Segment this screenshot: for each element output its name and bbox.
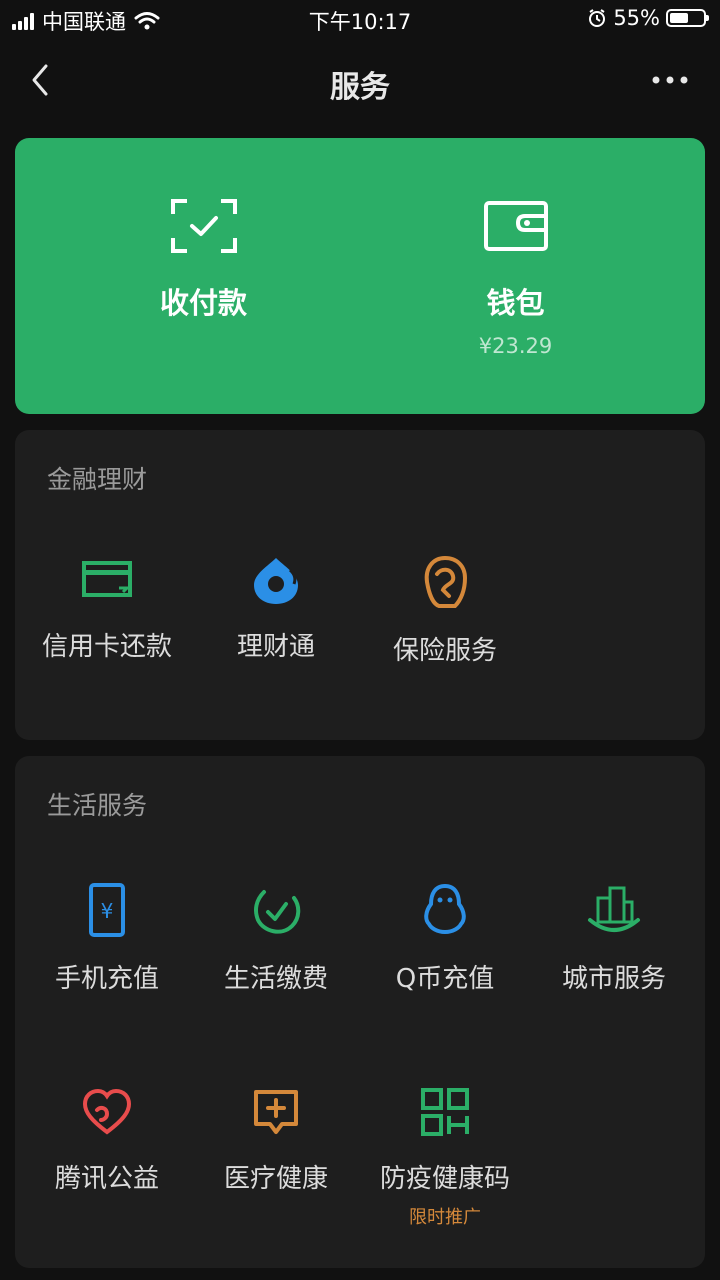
phone-recharge-icon: ¥ bbox=[89, 883, 125, 937]
city-service-item[interactable]: 城市服务 bbox=[528, 882, 700, 995]
pay-wallet-card: 收付款 钱包 ¥23.29 bbox=[15, 138, 705, 414]
health-code-item[interactable]: 防疫健康码 限时推广 bbox=[359, 1086, 531, 1229]
nav-bar: 服务 bbox=[0, 48, 720, 112]
credit-card-icon bbox=[82, 561, 132, 597]
credit-card-repay-label: 信用卡还款 bbox=[41, 632, 172, 662]
wallet-balance: ¥23.29 bbox=[478, 334, 553, 358]
wallet-button[interactable]: 钱包 ¥23.29 bbox=[343, 198, 688, 358]
charity-label: 腾讯公益 bbox=[54, 1164, 159, 1194]
insurance-icon bbox=[424, 555, 468, 608]
pay-button[interactable]: 收付款 bbox=[31, 198, 376, 322]
charity-heart-icon bbox=[82, 1088, 132, 1135]
insurance-label: 保险服务 bbox=[392, 636, 497, 666]
promo-badge: 限时推广 bbox=[409, 1207, 481, 1228]
wallet-icon bbox=[483, 201, 548, 251]
medical-label: 医疗健康 bbox=[223, 1164, 328, 1194]
q-coin-item[interactable]: Q币充值 bbox=[359, 882, 531, 995]
scan-check-icon bbox=[170, 199, 237, 253]
city-buildings-icon bbox=[588, 886, 640, 932]
more-dots-icon[interactable] bbox=[650, 66, 690, 94]
phone-recharge-label: 手机充值 bbox=[54, 964, 159, 994]
utility-bill-item[interactable]: 生活缴费 bbox=[190, 882, 362, 995]
life-section-title: 生活服务 bbox=[47, 791, 148, 820]
credit-card-repay-item[interactable]: 信用卡还款 bbox=[21, 554, 193, 663]
finance-section-title: 金融理财 bbox=[47, 465, 148, 494]
medical-plus-icon bbox=[254, 1090, 298, 1134]
city-service-label: 城市服务 bbox=[561, 964, 666, 994]
finance-section: 金融理财 信用卡还款 理财通 保险服务 bbox=[15, 430, 705, 740]
qq-penguin-icon bbox=[424, 883, 466, 935]
phone-recharge-item[interactable]: ¥ 手机充值 bbox=[21, 882, 193, 995]
alarm-icon bbox=[589, 9, 606, 27]
svg-text:¥: ¥ bbox=[101, 899, 114, 923]
health-code-label: 防疫健康码 bbox=[379, 1164, 510, 1194]
charity-item[interactable]: 腾讯公益 bbox=[21, 1086, 193, 1195]
utility-bill-icon bbox=[254, 890, 301, 934]
life-section: 生活服务 ¥ 手机充值 生活缴费 Q币充值 城市服务 腾讯公益 医疗健康 防疫健… bbox=[15, 756, 705, 1268]
utility-bill-label: 生活缴费 bbox=[223, 964, 328, 994]
battery-percent: 55% bbox=[613, 6, 660, 30]
wealth-item[interactable]: 理财通 bbox=[190, 554, 362, 663]
qr-code-icon bbox=[421, 1088, 469, 1136]
battery-icon bbox=[666, 9, 709, 27]
wealth-drop-icon bbox=[254, 558, 298, 604]
insurance-item[interactable]: 保险服务 bbox=[359, 554, 531, 667]
page-title: 服务 bbox=[330, 70, 390, 105]
wealth-label: 理财通 bbox=[236, 632, 315, 662]
pay-label: 收付款 bbox=[159, 286, 247, 320]
wallet-label: 钱包 bbox=[486, 286, 545, 320]
medical-item[interactable]: 医疗健康 bbox=[190, 1086, 362, 1195]
q-coin-label: Q币充值 bbox=[395, 964, 495, 994]
status-bar: 中国联通 下午10:17 55% bbox=[0, 0, 720, 40]
